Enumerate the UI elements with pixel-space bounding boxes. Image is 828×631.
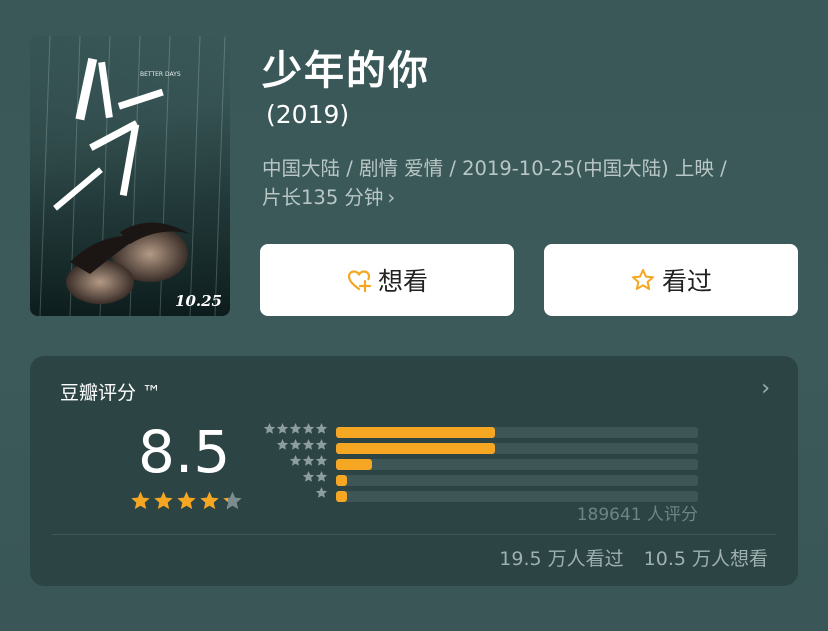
rating-distribution-bars (336, 424, 698, 504)
small-star-icon (315, 486, 328, 498)
watched-button[interactable]: 看过 (544, 244, 798, 316)
meta-line-2: 片长135 分钟 › (262, 183, 802, 212)
bar-track (336, 458, 698, 470)
rating-star (153, 490, 174, 515)
distribution-bar-5 (336, 424, 698, 440)
rating-star (222, 490, 243, 515)
distribution-stars-3 (252, 452, 328, 468)
chevron-right-icon: › (387, 186, 396, 209)
distribution-stars-2 (252, 468, 328, 484)
watched-count: 19.5 万人看过 (499, 548, 624, 570)
want-to-watch-button[interactable]: 想看 (260, 244, 514, 316)
small-star-icon (276, 438, 289, 450)
small-star-icon (302, 438, 315, 450)
rating-star (130, 490, 151, 515)
rating-card[interactable]: 豆瓣评分 ™ › 8.5 189641 人评分 19.5 万人看过 10.5 万人… (30, 356, 798, 586)
meta-line-1: 中国大陆 / 剧情 爱情 / 2019-10-25(中国大陆) 上映 / (262, 157, 727, 180)
distribution-bar-2 (336, 472, 698, 488)
bar-fill (336, 474, 347, 486)
bar-fill (336, 426, 496, 438)
movie-poster[interactable]: 10.25 BETTER DAYS (30, 36, 230, 316)
rating-star (176, 490, 197, 515)
divider (52, 534, 776, 535)
small-star-icon (263, 422, 276, 434)
poster-side-text: BETTER DAYS (140, 71, 181, 78)
small-star-icon (315, 438, 328, 450)
want-to-watch-label: 想看 (377, 267, 428, 296)
bar-track (336, 442, 698, 454)
small-star-icon (315, 454, 328, 466)
rating-star (199, 490, 220, 515)
heart-plus-icon (346, 267, 372, 293)
bar-fill (336, 442, 496, 454)
small-star-icon (302, 454, 315, 466)
poster-image: 10.25 BETTER DAYS (30, 36, 230, 316)
want-count: 10.5 万人想看 (643, 548, 768, 570)
watched-label: 看过 (661, 267, 712, 296)
rating-count: 189641 人评分 (576, 505, 698, 525)
small-star-icon (289, 454, 302, 466)
small-star-icon (289, 438, 302, 450)
watch-stats: 19.5 万人看过 10.5 万人想看 (499, 544, 768, 571)
small-star-icon (289, 422, 302, 434)
movie-year: (2019) (266, 100, 350, 129)
small-star-icon (302, 422, 315, 434)
rating-stars (130, 490, 243, 515)
distribution-bar-3 (336, 456, 698, 472)
bar-track (336, 426, 698, 438)
distribution-stars-4 (252, 436, 328, 452)
movie-title: 少年的你 (262, 48, 430, 94)
star-outline-icon (630, 267, 656, 293)
bar-fill (336, 490, 347, 502)
movie-meta[interactable]: 中国大陆 / 剧情 爱情 / 2019-10-25(中国大陆) 上映 / 片长1… (262, 154, 802, 212)
rating-score: 8.5 (138, 418, 231, 486)
rating-distribution-stars (252, 420, 328, 500)
distribution-bar-4 (336, 440, 698, 456)
rating-title: 豆瓣评分 ™ (60, 382, 162, 404)
meta-duration: 片长135 分钟 (262, 186, 384, 209)
distribution-stars-5 (252, 420, 328, 436)
small-star-icon (315, 470, 328, 482)
small-star-icon (315, 422, 328, 434)
bar-fill (336, 458, 373, 470)
poster-date: 10.25 (175, 292, 222, 310)
small-star-icon (276, 422, 289, 434)
distribution-stars-1 (252, 484, 328, 500)
chevron-right-icon[interactable]: › (761, 376, 770, 401)
bar-track (336, 474, 698, 486)
small-star-icon (302, 470, 315, 482)
